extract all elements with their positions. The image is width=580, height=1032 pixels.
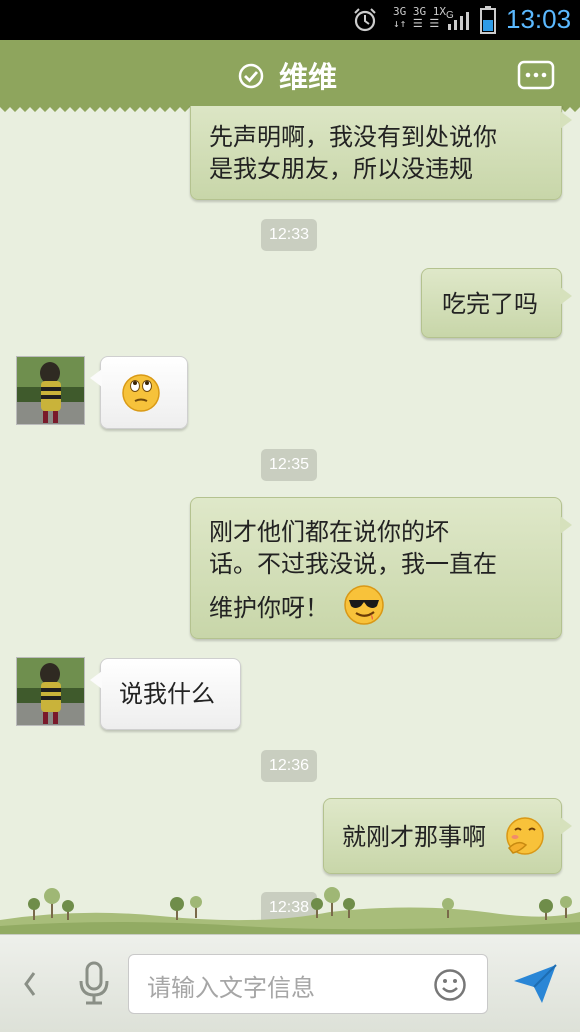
contact-avatar[interactable] — [16, 356, 85, 425]
status-bar: 3G 3G 1X ↓↑ ☰ ☰ G 13:03 — [0, 0, 580, 40]
input-bar: 请输入文字信息 — [0, 934, 580, 1032]
message-line: 说我什么 — [119, 680, 215, 708]
status-clock: 13:03 — [506, 4, 572, 34]
battery-icon — [480, 6, 496, 34]
chat-area[interactable]: 先声明啊，我没有到处说你 是我女朋友，所以没违规 12:33 吃完了吗 12:3… — [0, 106, 580, 932]
smiley-icon[interactable] — [433, 968, 467, 1002]
verified-check-icon — [238, 63, 264, 89]
microphone-icon[interactable] — [76, 961, 112, 1007]
incoming-message[interactable]: 说我什么 — [90, 658, 241, 730]
timestamp: 12:35 — [261, 449, 318, 481]
outgoing-message[interactable]: 刚才他们都在说你的坏 话。不过我没说，我一直在 维护你呀！ — [190, 497, 572, 639]
avatar-photo — [17, 357, 84, 424]
message-line: 吃完了吗 — [442, 290, 538, 318]
outgoing-message[interactable]: 吃完了吗 — [421, 268, 572, 338]
input-placeholder: 请输入文字信息 — [147, 974, 315, 1002]
network-indicator: 3G 3G 1X ↓↑ ☰ ☰ — [393, 6, 446, 30]
eyes-rolling-emoji — [122, 374, 160, 412]
shy-thinking-emoji — [506, 817, 544, 855]
message-line: 先声明啊，我没有到处说你 — [209, 123, 497, 151]
grass-hills-decoration — [0, 887, 580, 934]
contact-avatar[interactable] — [16, 657, 85, 726]
more-menu-icon[interactable] — [517, 60, 555, 90]
network-type-bottom: ↓↑ ☰ ☰ — [393, 17, 440, 30]
timestamp: 12:36 — [261, 750, 318, 782]
g-label: G — [446, 10, 454, 21]
back-arrow-icon[interactable] — [20, 967, 40, 1001]
alarm-icon — [354, 8, 376, 32]
sunglasses-emoji — [344, 585, 384, 625]
message-line: 是我女朋友，所以没违规 — [209, 155, 473, 183]
send-plane-icon[interactable] — [512, 961, 558, 1005]
message-line: 话。不过我没说，我一直在 — [209, 550, 497, 578]
message-line: 刚才他们都在说你的坏 — [209, 518, 449, 546]
contact-name: 维维 — [279, 60, 338, 94]
avatar-photo — [17, 658, 84, 725]
title-bar: 维维 — [0, 40, 580, 112]
outgoing-message[interactable]: 先声明啊，我没有到处说你 是我女朋友，所以没违规 — [190, 106, 572, 200]
message-line: 就刚才那事啊 — [342, 823, 486, 851]
timestamp: 12:33 — [261, 219, 318, 251]
incoming-message[interactable] — [90, 356, 188, 429]
outgoing-message[interactable]: 就刚才那事啊 — [323, 798, 572, 874]
message-line: 维护你呀！ — [209, 594, 329, 622]
signal-icon: G — [446, 10, 469, 30]
